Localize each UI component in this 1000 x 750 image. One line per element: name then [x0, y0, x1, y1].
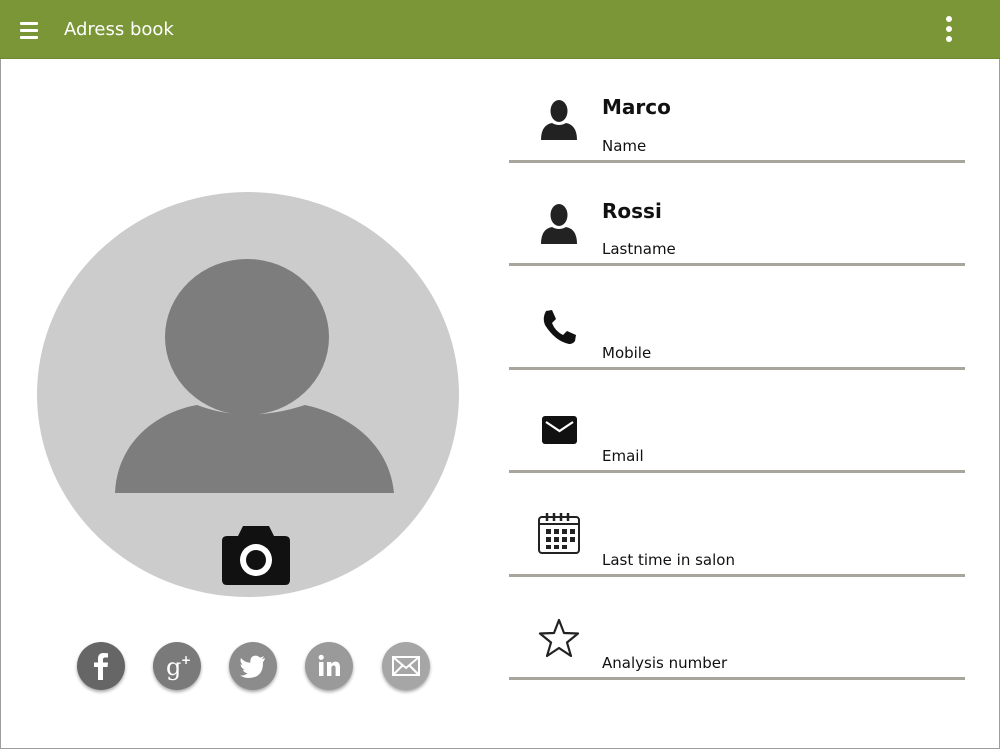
- lastname-underline: [509, 263, 965, 266]
- google-plus-button[interactable]: g +: [153, 642, 201, 690]
- email-share-button[interactable]: [382, 642, 430, 690]
- facebook-button[interactable]: [77, 642, 125, 690]
- google-plus-icon: g +: [166, 653, 191, 681]
- star-outline-icon: [538, 618, 580, 658]
- camera-button[interactable]: [221, 524, 291, 586]
- svg-text:g: g: [166, 653, 181, 681]
- field-lastname[interactable]: Rossi Lastname: [509, 163, 965, 266]
- field-email[interactable]: Email: [509, 370, 965, 473]
- camera-icon: [222, 526, 290, 585]
- calendar-icon: [538, 513, 580, 554]
- field-mobile[interactable]: Mobile: [509, 267, 965, 370]
- field-analysis-number[interactable]: Analysis number: [509, 577, 965, 680]
- hamburger-menu-icon[interactable]: [20, 22, 38, 39]
- name-label: Name: [602, 137, 647, 155]
- twitter-icon: [240, 655, 265, 678]
- mobile-label: Mobile: [602, 344, 652, 362]
- analysis-number-underline: [509, 677, 965, 680]
- app-title: Adress book: [64, 19, 174, 40]
- person-icon: [541, 100, 577, 140]
- field-name[interactable]: Marco Name: [509, 60, 965, 163]
- facebook-icon: [94, 653, 108, 680]
- last-time-in-salon-label: Last time in salon: [602, 551, 735, 569]
- phone-icon: [543, 310, 576, 344]
- more-vertical-icon[interactable]: [944, 16, 954, 46]
- linkedin-button[interactable]: [305, 642, 353, 690]
- app-bar: Adress book: [0, 0, 1000, 59]
- lastname-label: Lastname: [602, 240, 676, 258]
- linkedin-icon: [318, 654, 340, 676]
- mail-icon: [392, 656, 420, 676]
- twitter-button[interactable]: [229, 642, 277, 690]
- analysis-number-label: Analysis number: [602, 654, 728, 672]
- lastname-value: Rossi: [602, 199, 662, 223]
- person-icon: [541, 204, 577, 244]
- svg-text:+: +: [181, 653, 191, 667]
- mail-icon: [542, 416, 577, 444]
- field-last-time-in-salon[interactable]: Last time in salon: [509, 474, 965, 577]
- name-value: Marco: [602, 95, 671, 119]
- email-underline: [509, 470, 965, 473]
- email-label: Email: [602, 447, 644, 465]
